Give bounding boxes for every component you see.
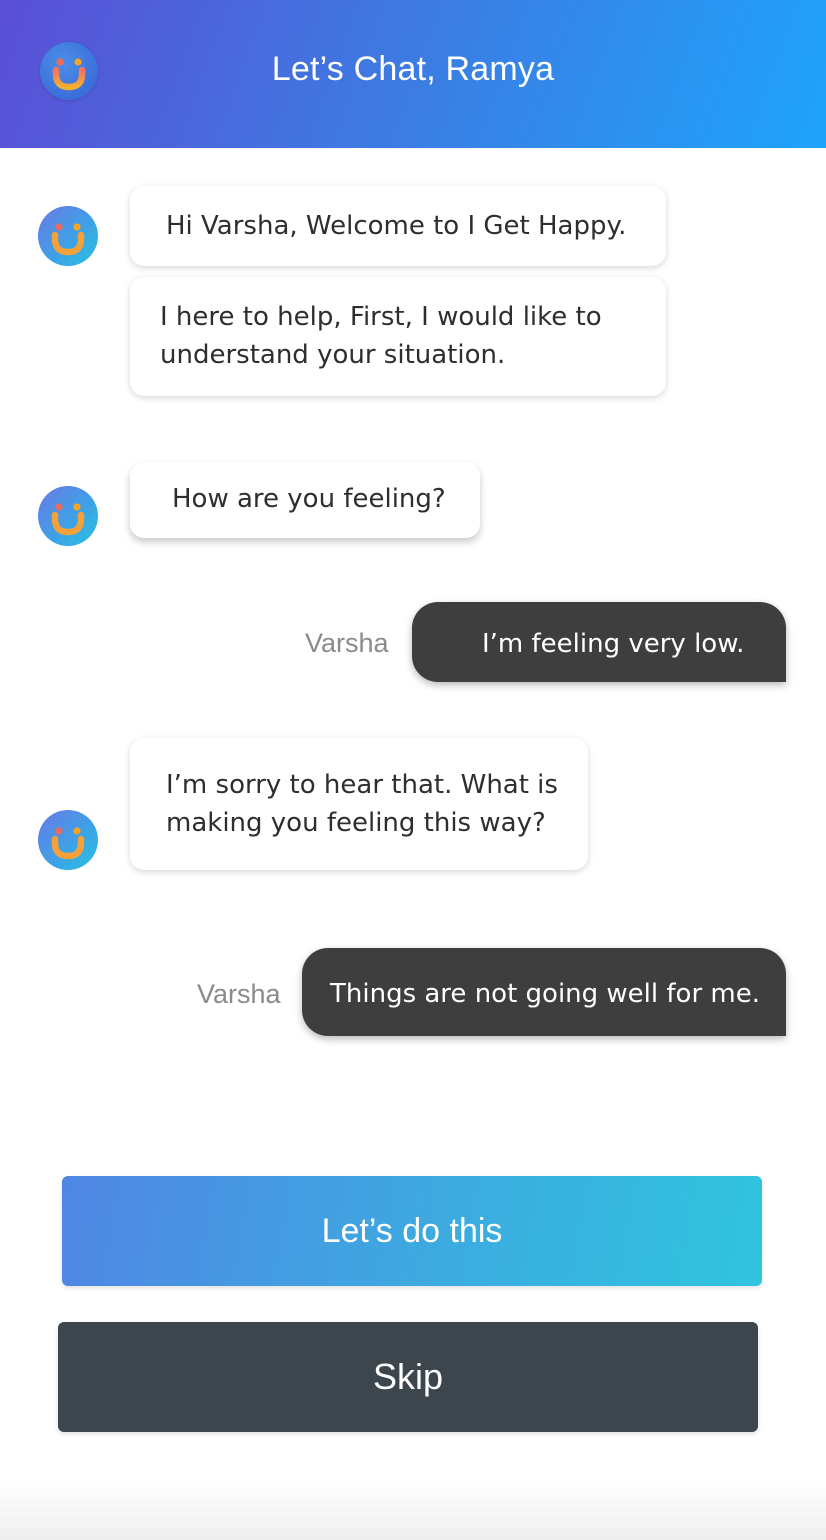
bottom-fade xyxy=(0,1480,826,1540)
page-title: Let’s Chat, Ramya xyxy=(271,50,555,88)
bot-message-bubble: I here to help, First, I would like to u… xyxy=(130,277,666,396)
message-text: Hi Varsha, Welcome to I Get Happy. xyxy=(166,211,627,241)
bot-avatar-icon xyxy=(38,810,98,870)
sender-name: Varsha xyxy=(305,628,389,658)
bot-avatar-icon xyxy=(38,486,98,546)
bot-message-bubble: I’m sorry to hear that. What is making y… xyxy=(130,738,588,870)
message-text: How are you feeling? xyxy=(172,484,446,514)
bot-message-bubble: Hi Varsha, Welcome to I Get Happy. xyxy=(130,186,666,266)
chat-header: Let’s Chat, Ramya xyxy=(0,0,826,148)
bot-avatar-icon xyxy=(38,206,98,266)
sender-name: Varsha xyxy=(197,979,281,1009)
message-text: I here to help, First, I would like to u… xyxy=(160,302,602,370)
user-message-bubble: I’m feeling very low. xyxy=(412,602,786,682)
message-text: I’m sorry to hear that. What is making y… xyxy=(166,770,558,838)
bot-message-bubble: How are you feeling? xyxy=(130,462,480,538)
skip-button[interactable]: Skip xyxy=(58,1322,758,1432)
message-text: Things are not going well for me. xyxy=(330,979,760,1009)
user-message-bubble: Things are not going well for me. xyxy=(302,948,786,1036)
message-text: I’m feeling very low. xyxy=(482,629,745,659)
lets-do-this-button[interactable]: Let’s do this xyxy=(62,1176,762,1286)
